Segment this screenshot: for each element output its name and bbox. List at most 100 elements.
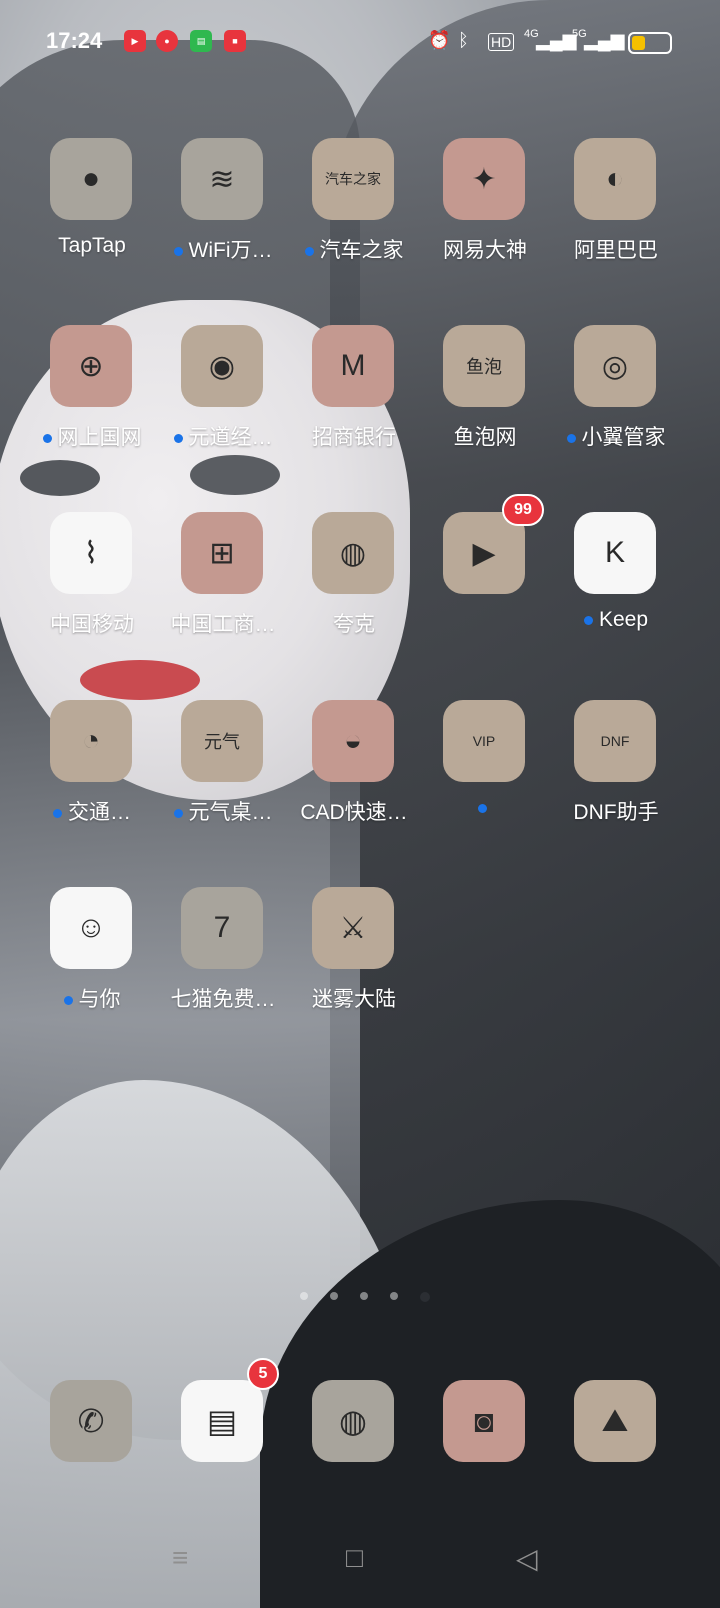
- qimao-icon: 7: [181, 887, 263, 969]
- app-label: 汽车之家: [287, 234, 421, 264]
- app-label-text: 元道经…: [188, 426, 273, 449]
- browser-icon: ◍: [339, 1403, 367, 1439]
- app-label-text: 鱼泡网: [453, 426, 517, 449]
- new-update-dot: [53, 808, 62, 818]
- app-label-text: 阿里巴巴: [574, 239, 658, 262]
- app-autohome[interactable]: 汽车之家 汽车之家: [287, 138, 417, 288]
- app-camera-lens[interactable]: ◉ 元道经…: [156, 325, 286, 475]
- red-app-icon: ■: [224, 30, 246, 52]
- app-label: 迷雾大陆: [287, 983, 421, 1013]
- new-update-dot: [173, 808, 183, 818]
- hd-icon: HD: [488, 33, 515, 51]
- quark-icon: ◍: [312, 512, 394, 594]
- app-xiaoyi[interactable]: ◎ 小翼管家: [549, 325, 679, 475]
- wallpaper-lips: [80, 660, 200, 700]
- page-dot[interactable]: [300, 1292, 308, 1300]
- messages-icon: ▤: [206, 1403, 238, 1439]
- app-kuaishou[interactable]: ▶ 99: [418, 494, 548, 662]
- app-label-text: 七猫免费…: [170, 988, 276, 1011]
- app-icbc[interactable]: ⊞ 中国工商…: [156, 512, 286, 662]
- netease-dashen-icon: ✦: [443, 138, 525, 220]
- app-state-grid[interactable]: ⊕ 网上国网: [25, 325, 155, 475]
- app-label-text: 迷雾大陆: [312, 988, 396, 1011]
- new-update-dot: [583, 615, 593, 625]
- app-netease-dashen[interactable]: ✦ 网易大神: [418, 138, 548, 288]
- keep-icon: K: [574, 512, 656, 594]
- app-wifi[interactable]: ≋ WiFi万…: [156, 138, 286, 288]
- wifi-icon: ≋: [181, 138, 263, 220]
- app-label: 阿里巴巴: [549, 234, 683, 264]
- mist-continent-icon: ⚔: [312, 887, 394, 969]
- app-taptap[interactable]: ● TapTap: [25, 138, 155, 288]
- app-dnf-helper[interactable]: DNF DNF助手: [549, 700, 679, 850]
- back-button[interactable]: ◁: [516, 1542, 538, 1575]
- app-label-text: 中国移动: [50, 613, 134, 636]
- app-yuni-chat[interactable]: ☺ 与你: [25, 887, 155, 1037]
- app-traffic-app[interactable]: ◔ 交通…: [25, 700, 155, 850]
- app-label: 网上国网: [25, 421, 159, 451]
- app-label: Keep: [549, 608, 683, 632]
- app-yupao[interactable]: 鱼泡 鱼泡网: [418, 325, 548, 475]
- video-app-icon: ▶: [124, 30, 146, 52]
- dock-phone[interactable]: ✆: [50, 1380, 132, 1462]
- dock-gallery[interactable]: ⛰: [574, 1380, 656, 1462]
- page-dot[interactable]: [360, 1292, 368, 1300]
- dnf-helper-icon: DNF: [574, 700, 656, 782]
- app-vip-video[interactable]: VIP: [418, 700, 548, 850]
- app-cad[interactable]: ◒ CAD快速…: [287, 700, 417, 850]
- app-label-text: 招商银行: [312, 426, 396, 449]
- app-label: 中国工商…: [156, 608, 290, 638]
- new-update-dot: [566, 433, 576, 443]
- red-mascot-icon: ●: [156, 30, 178, 52]
- notification-badge: 99: [502, 494, 544, 526]
- recents-button[interactable]: ≡: [172, 1542, 188, 1574]
- app-keep[interactable]: K Keep: [549, 512, 679, 662]
- app-label: TapTap: [25, 234, 159, 258]
- page-dot[interactable]: [390, 1292, 398, 1300]
- app-label-text: 网易大神: [443, 239, 527, 262]
- wechat-style-icon: ▤: [190, 30, 212, 52]
- app-label: CAD快速…: [287, 796, 421, 826]
- bluetooth-icon: ᛒ: [458, 30, 469, 50]
- yuanqi-desktop-icon: 元气: [181, 700, 263, 782]
- app-label-text: 元气桌…: [188, 801, 273, 824]
- app-qimao[interactable]: 7 七猫免费…: [156, 887, 286, 1037]
- state-grid-icon: ⊕: [50, 325, 132, 407]
- app-label: DNF助手: [549, 796, 683, 826]
- dock-messages[interactable]: ▤ 5: [181, 1358, 279, 1462]
- taptap-icon: ●: [50, 138, 132, 220]
- app-label-text: 汽车之家: [319, 239, 404, 262]
- app-label: 小翼管家: [549, 421, 683, 451]
- app-label-text: TapTap: [58, 234, 126, 257]
- new-update-dot: [42, 433, 52, 443]
- app-label: 交通…: [25, 796, 159, 826]
- app-mist-continent[interactable]: ⚔ 迷雾大陆: [287, 887, 417, 1037]
- page-dot[interactable]: [420, 1292, 430, 1302]
- yuni-chat-icon: ☺: [50, 887, 132, 969]
- page-dot[interactable]: [330, 1292, 338, 1300]
- app-yuanqi-desktop[interactable]: 元气元气桌…: [156, 700, 286, 850]
- alarm-icon: ⏰: [428, 30, 451, 50]
- dock-browser[interactable]: ◍: [312, 1380, 394, 1462]
- new-update-dot: [63, 995, 73, 1005]
- app-cmb-bank[interactable]: M 招商银行: [287, 325, 417, 475]
- app-quark[interactable]: ◍ 夸克: [287, 512, 417, 662]
- new-update-dot: [477, 803, 487, 813]
- camera-lens-icon: ◉: [181, 325, 263, 407]
- home-button[interactable]: □: [346, 1542, 363, 1574]
- cmb-bank-icon: M: [312, 325, 394, 407]
- page-indicator[interactable]: [300, 1292, 430, 1304]
- status-bar: 17:24 ▶ ● ▤ ■ ⏰ ᛒ HD 4G ▂▄▆ 5G ▂▄▆: [0, 0, 720, 84]
- app-label-text: 中国工商…: [170, 613, 276, 636]
- app-label-text: 夸克: [333, 613, 375, 636]
- dock-camera[interactable]: ◙: [443, 1380, 525, 1462]
- app-label-text: 交通…: [68, 801, 131, 824]
- new-update-dot: [304, 246, 314, 256]
- app-label: 招商银行: [287, 421, 421, 451]
- app-label-text: CAD快速…: [300, 801, 408, 824]
- new-update-dot: [173, 433, 183, 443]
- app-alibaba[interactable]: ◐ 阿里巴巴: [549, 138, 679, 288]
- gallery-icon: ⛰: [601, 1402, 629, 1438]
- app-label-text: 网上国网: [57, 426, 142, 449]
- app-china-mobile[interactable]: ⌇ 中国移动: [25, 512, 155, 662]
